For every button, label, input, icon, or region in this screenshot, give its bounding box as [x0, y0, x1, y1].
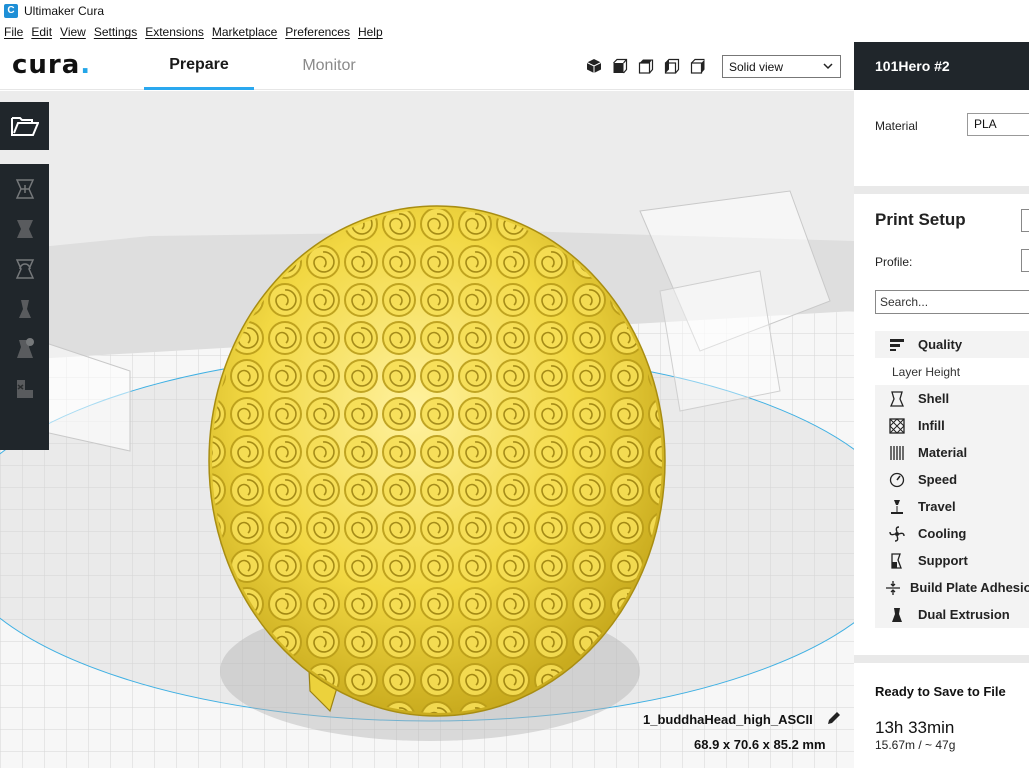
cooling-icon — [885, 525, 909, 542]
tool-bar — [0, 164, 49, 450]
category-infill[interactable]: Infill — [875, 412, 1029, 439]
folder-open-icon — [10, 114, 39, 139]
menu-preferences[interactable]: Preferences — [285, 25, 350, 39]
window-title: Ultimaker Cura — [24, 4, 105, 18]
infill-icon — [885, 417, 909, 434]
pencil-icon — [826, 712, 842, 729]
travel-icon — [885, 499, 909, 515]
per-model-settings-button[interactable] — [0, 330, 49, 370]
category-build-plate-adhesion[interactable]: Build Plate Adhesion — [875, 574, 1029, 601]
scale-tool-icon — [13, 217, 37, 244]
save-panel: Ready to Save to File 13h 33min 15.67m /… — [854, 663, 1029, 768]
model-dimensions: 68.9 x 70.6 x 85.2 mm — [694, 737, 826, 752]
menu-edit[interactable]: Edit — [31, 25, 52, 39]
support-icon — [885, 552, 909, 569]
category-quality[interactable]: Quality — [875, 331, 1029, 358]
move-tool-icon — [13, 177, 37, 204]
print-time-estimate: 13h 33min — [875, 718, 955, 737]
cura-logo: cura. — [12, 50, 92, 80]
view-mode-select[interactable]: Solid view — [722, 55, 841, 78]
menu-view[interactable]: View — [60, 25, 86, 39]
open-file-button[interactable] — [0, 102, 49, 150]
material-icon — [885, 445, 909, 461]
save-status: Ready to Save to File — [875, 684, 1006, 699]
3d-view-icon[interactable] — [584, 56, 604, 76]
right-view-icon[interactable] — [688, 56, 708, 76]
dual-extrusion-icon — [885, 607, 909, 623]
category-cooling[interactable]: Cooling — [875, 520, 1029, 547]
menu-settings[interactable]: Settings — [94, 25, 137, 39]
material-label: Material — [875, 119, 918, 133]
settings-search-input[interactable]: Search... — [875, 290, 1029, 314]
profile-select[interactable] — [1021, 249, 1029, 272]
left-view-icon[interactable] — [662, 56, 682, 76]
panel-divider — [854, 655, 1029, 663]
menu-bar: File Edit View Settings Extensions Marke… — [0, 22, 1029, 42]
setup-mode-toggle[interactable] — [1021, 209, 1029, 232]
menu-extensions[interactable]: Extensions — [145, 25, 204, 39]
speed-icon — [885, 472, 909, 488]
support-blocker-button[interactable] — [0, 370, 49, 410]
menu-marketplace[interactable]: Marketplace — [212, 25, 277, 39]
setting-layer-height[interactable]: Layer Height — [875, 358, 1029, 385]
model-name: 1_buddhaHead_high_ASCII — [643, 712, 813, 727]
rotate-tool-icon — [13, 257, 37, 284]
material-section: Material PLA — [854, 90, 1029, 186]
category-support[interactable]: Support — [875, 547, 1029, 574]
3d-viewport[interactable] — [0, 91, 854, 768]
printer-name: 101Hero #2 — [875, 58, 950, 74]
category-dual-extrusion[interactable]: Dual Extrusion — [875, 601, 1029, 628]
shell-icon — [885, 390, 909, 407]
title-bar: C Ultimaker Cura — [0, 0, 1029, 22]
rotate-tool-button[interactable] — [0, 250, 49, 290]
quality-icon — [885, 338, 909, 352]
chevron-down-icon — [822, 60, 834, 75]
support-blocker-icon — [13, 377, 37, 404]
top-view-icon[interactable] — [636, 56, 656, 76]
view-camera-buttons — [584, 56, 708, 76]
category-travel[interactable]: Travel — [875, 493, 1029, 520]
print-setup-panel: Print Setup Profile: Search... Quality L… — [854, 194, 1029, 655]
panel-divider — [854, 186, 1029, 194]
category-material[interactable]: Material — [875, 439, 1029, 466]
printer-selector[interactable]: 101Hero #2 — [854, 42, 1029, 90]
menu-file[interactable]: File — [4, 25, 23, 39]
cura-app-icon: C — [4, 4, 18, 18]
profile-label: Profile: — [875, 255, 913, 269]
material-select[interactable]: PLA — [967, 113, 1029, 136]
material-usage-estimate: 15.67m / ~ 47g — [875, 738, 956, 752]
mirror-tool-icon — [13, 297, 37, 324]
build-plate-scene — [0, 91, 854, 768]
category-speed[interactable]: Speed — [875, 466, 1029, 493]
menu-help[interactable]: Help — [358, 25, 383, 39]
build-plate-adhesion-icon — [885, 580, 901, 596]
front-view-icon[interactable] — [610, 56, 630, 76]
mirror-tool-button[interactable] — [0, 290, 49, 330]
top-header: cura. Prepare Monitor Solid view — [0, 42, 854, 90]
rename-model-button[interactable] — [826, 710, 842, 729]
tab-monitor[interactable]: Monitor — [275, 42, 383, 90]
category-shell[interactable]: Shell — [875, 385, 1029, 412]
per-model-settings-icon — [13, 337, 37, 364]
tab-prepare[interactable]: Prepare — [144, 42, 254, 90]
print-setup-title: Print Setup — [875, 210, 966, 229]
move-tool-button[interactable] — [0, 170, 49, 210]
view-mode-value: Solid view — [729, 59, 784, 74]
scale-tool-button[interactable] — [0, 210, 49, 250]
settings-category-list: Quality Layer Height Shell Infill Materi… — [875, 331, 1029, 628]
